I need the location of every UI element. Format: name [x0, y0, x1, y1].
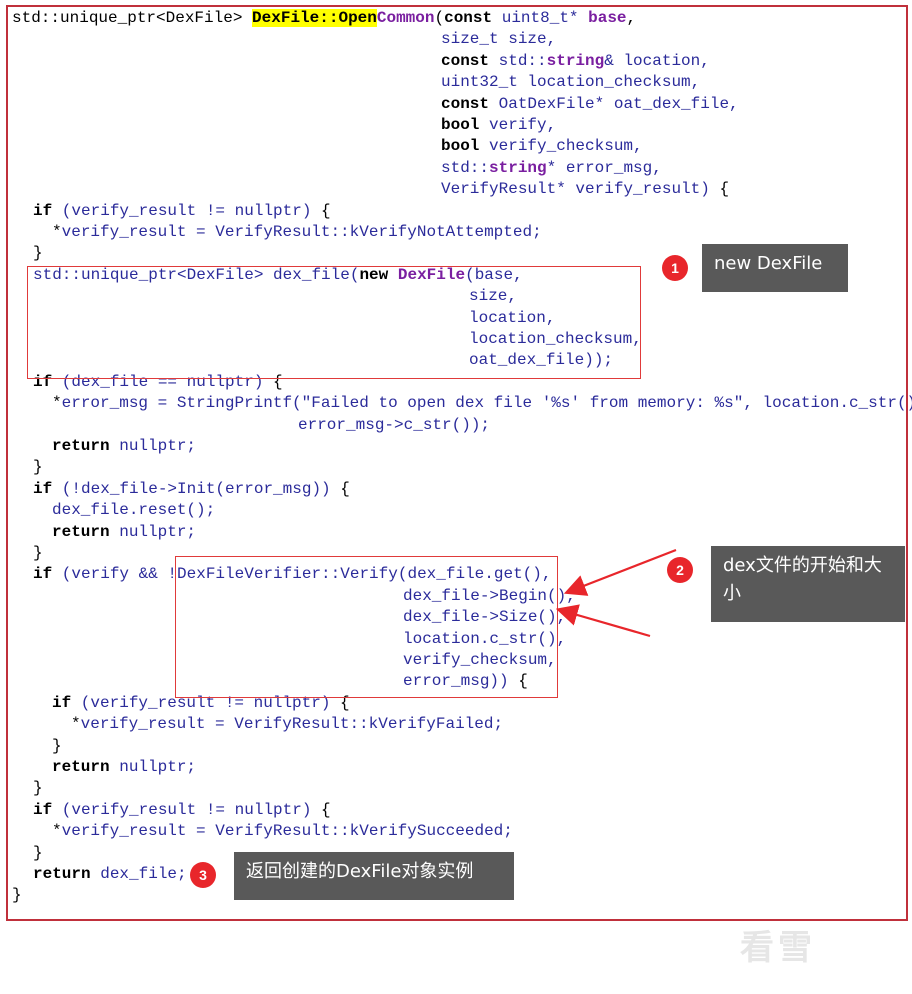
code-token: * [52, 394, 62, 413]
code-token: verify_result = VerifyResult::kVerifyNot… [61, 223, 542, 241]
code-token: } [33, 843, 43, 862]
code-token: if [33, 565, 53, 584]
code-line: dex_file.reset(); [52, 500, 215, 521]
code-line: return dex_file; [33, 864, 187, 885]
code-token: Common [376, 9, 435, 27]
code-line: std::unique_ptr<DexFile> DexFile::OpenCo… [12, 8, 636, 29]
code-token: nullptr; [109, 758, 197, 776]
code-token: string [489, 158, 547, 177]
code-line: return nullptr; [52, 436, 196, 457]
code-token: (verify_result != nullptr) [52, 800, 322, 819]
callout-new-dexfile: new DexFile [702, 244, 848, 292]
code-token: return [52, 522, 110, 541]
code-token: verify, [479, 116, 557, 134]
code-line: } [33, 778, 43, 799]
code-token: } [33, 779, 43, 798]
callout-return-instance: 返回创建的DexFile对象实例 [234, 852, 514, 900]
code-token: VerifyResult* verify_result) [441, 180, 720, 199]
code-token: std::unique_ptr<DexFile> [12, 9, 253, 27]
code-token: base [588, 9, 627, 27]
code-token: } [33, 544, 43, 562]
code-token: error_msg = StringPrintf("Failed to open… [61, 394, 912, 413]
code-line: uint32_t location_checksum, [441, 72, 700, 93]
code-token: if [33, 201, 53, 220]
code-token: uint8_t* [492, 9, 589, 27]
code-token: * [52, 223, 62, 241]
code-token: return [52, 437, 110, 455]
code-line: size_t size, [441, 29, 556, 50]
code-token: (!dex_file->Init(error_msg)) [52, 479, 341, 498]
callout-badge-3: 3 [190, 862, 216, 888]
code-line: } [12, 885, 22, 906]
code-line: error_msg->c_str()); [298, 415, 490, 436]
code-token: OatDexFile* oat_dex_file, [489, 94, 739, 113]
code-line: } [33, 843, 43, 864]
code-token: const [441, 94, 490, 113]
code-token: if [33, 800, 53, 819]
code-token: } [12, 886, 22, 905]
code-token: const [441, 51, 490, 70]
code-line: return nullptr; [52, 522, 196, 543]
code-token: return [33, 865, 91, 883]
highlight-box-new-dexfile [27, 266, 641, 379]
code-token: * error_msg, [546, 158, 662, 177]
code-token: const [444, 9, 493, 27]
code-token: } [52, 736, 62, 755]
code-token: return [52, 758, 110, 776]
code-line: bool verify, [441, 115, 556, 136]
code-token: std:: [489, 51, 547, 70]
code-line: const OatDexFile* oat_dex_file, [441, 94, 739, 115]
code-token: if [33, 479, 53, 498]
code-token: dex_file.reset(); [52, 501, 216, 520]
code-line: bool verify_checksum, [441, 136, 643, 157]
code-line: } [52, 736, 62, 757]
code-token: bool [441, 137, 480, 156]
code-line: *verify_result = VerifyResult::kVerifyFa… [71, 714, 503, 735]
callout-dex-begin-size: dex文件的开始和大小 [711, 546, 905, 622]
code-token: * [71, 715, 81, 734]
code-line: if (verify_result != nullptr) { [33, 800, 331, 821]
code-line: } [33, 457, 43, 478]
code-line: std::string* error_msg, [441, 158, 662, 179]
code-token: & location, [604, 51, 710, 70]
code-token: std:: [441, 158, 490, 177]
code-token: uint32_t location_checksum, [441, 73, 701, 92]
code-token: string [546, 51, 605, 70]
code-line: if (!dex_file->Init(error_msg)) { [33, 479, 350, 500]
code-token: , [626, 9, 637, 27]
code-token: verify_checksum, [479, 137, 643, 156]
code-line: VerifyResult* verify_result) { [441, 179, 729, 200]
code-token: { [321, 201, 331, 220]
code-token: nullptr; [109, 522, 197, 541]
code-token: { [321, 800, 331, 819]
code-token: } [33, 244, 43, 263]
code-token: bool [441, 116, 480, 134]
code-line: const std::string& location, [441, 51, 710, 72]
highlight-box-verify-args [175, 556, 558, 698]
callout-badge-1: 1 [662, 255, 688, 281]
watermark-logo: 看雪 [740, 928, 816, 968]
code-token: if [52, 693, 72, 712]
code-token: error_msg->c_str()); [298, 415, 491, 434]
code-line: return nullptr; [52, 757, 196, 778]
code-token: verify_result = VerifyResult::kVerifyFai… [80, 715, 504, 734]
code-token: * [52, 822, 62, 841]
code-line: if (verify_result != nullptr) { [33, 201, 331, 222]
code-token: nullptr; [109, 437, 197, 455]
code-token: dex_file; [90, 865, 187, 883]
code-token: { [340, 479, 350, 498]
code-token: verify_result = VerifyResult::kVerifySuc… [61, 822, 513, 841]
code-token: DexFile::Open [252, 9, 377, 27]
code-line: *verify_result = VerifyResult::kVerifySu… [52, 821, 513, 842]
code-line: } [33, 243, 43, 264]
code-token: } [33, 458, 43, 477]
code-token: ( [434, 9, 445, 27]
code-token: size_t size, [441, 30, 557, 49]
code-token: { [719, 180, 730, 199]
callout-badge-2: 2 [667, 557, 693, 583]
code-line: *error_msg = StringPrintf("Failed to ope… [52, 393, 912, 414]
code-token: (verify_result != nullptr) [52, 201, 322, 220]
code-line: } [33, 543, 43, 564]
code-line: *verify_result = VerifyResult::kVerifyNo… [52, 222, 542, 243]
